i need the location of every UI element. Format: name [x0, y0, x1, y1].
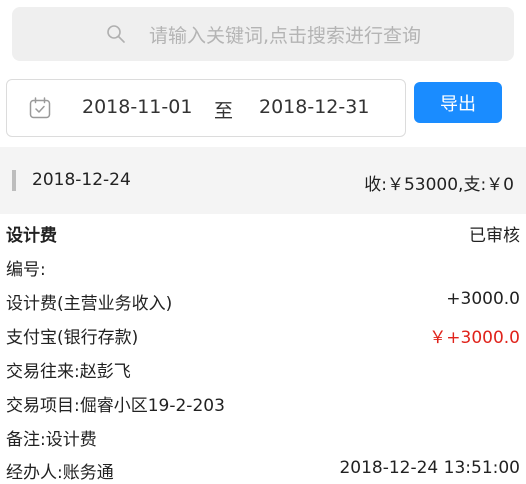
search-icon [105, 23, 127, 45]
project: 交易项目:倔睿小区19-2-203 [6, 396, 225, 416]
end-date[interactable]: 2018-12-31 [259, 96, 369, 118]
day-group-marker [12, 170, 16, 191]
income-amount: +3000.0 [446, 289, 520, 309]
record-project-row: 交易项目:倔睿小区19-2-203 [6, 391, 520, 416]
counterparty: 交易往来:赵彭飞 [6, 362, 131, 382]
income-account: 设计费(主营业务收入) [6, 294, 173, 314]
search-placeholder: 请输入关键词,点击搜索进行查询 [148, 24, 422, 47]
record-payment-row: 支付宝(银行存款) ￥+3000.0 [6, 323, 520, 348]
handler: 经办人:账务通 [6, 463, 114, 483]
record-timestamp: 2018-12-24 13:51:00 [339, 458, 520, 478]
search-input[interactable]: 请输入关键词,点击搜索进行查询 [12, 7, 514, 61]
record-counterparty-row: 交易往来:赵彭飞 [6, 357, 520, 382]
date-range-separator: 至 [214, 100, 234, 122]
day-group-summary: 收:￥53000,支:￥0 [364, 175, 514, 195]
date-range-picker[interactable]: 2018-11-01 至 2018-12-31 [6, 79, 406, 137]
record-title: 设计费 [6, 226, 57, 246]
record-handler-row: 经办人:账务通 2018-12-24 13:51:00 [6, 458, 520, 483]
day-group-date: 2018-12-24 [32, 170, 131, 190]
record-note-row: 备注:设计费 [6, 425, 520, 450]
payment-account: 支付宝(银行存款) [6, 328, 139, 348]
record-title-row: 设计费 已审核 [6, 221, 520, 246]
calendar-icon [28, 96, 52, 120]
record-income-row: 设计费(主营业务收入) +3000.0 [6, 289, 520, 314]
record-number-label: 编号: [6, 260, 46, 280]
start-date[interactable]: 2018-11-01 [82, 96, 192, 118]
payment-amount: ￥+3000.0 [429, 328, 520, 348]
record-status: 已审核 [469, 226, 520, 246]
export-button[interactable]: 导出 [414, 82, 502, 123]
record-number-row: 编号: [6, 255, 520, 280]
note: 备注:设计费 [6, 430, 97, 450]
day-group-header: 2018-12-24 收:￥53000,支:￥0 [0, 147, 526, 214]
